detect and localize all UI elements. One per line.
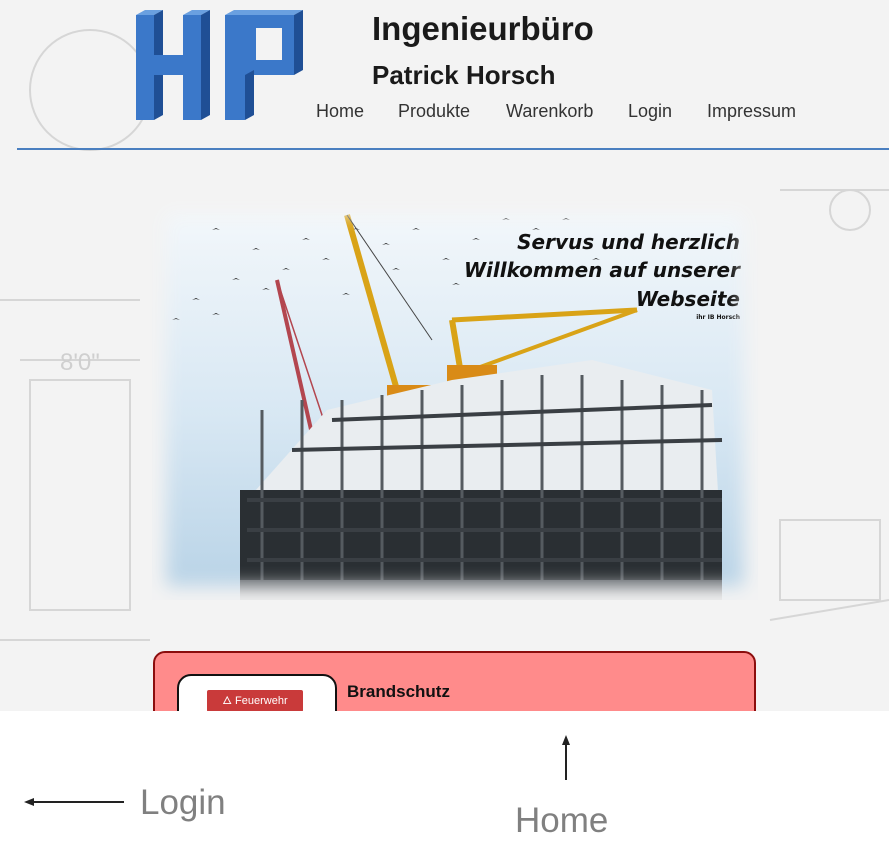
hero-line-1: Servus und herzlich	[517, 230, 740, 254]
nav-warenkorb[interactable]: Warenkorb	[506, 101, 593, 122]
fire-icon: 🜂	[222, 695, 236, 707]
hero-caption: Servus und herzlich Willkommen auf unser…	[152, 200, 758, 600]
annotation-arrows	[24, 735, 570, 806]
product-image[interactable]: 🜂 Feuerwehr	[177, 674, 337, 711]
nav-login[interactable]: Login	[628, 101, 672, 122]
arrow-up-icon	[562, 735, 570, 745]
login-annotation: Login	[140, 783, 226, 822]
header-divider	[17, 148, 889, 150]
svg-text:8'0": 8'0"	[60, 349, 100, 376]
nav-impressum[interactable]: Impressum	[707, 101, 796, 122]
site-title: Ingenieurbüro	[372, 10, 594, 47]
site-subtitle: Patrick Horsch	[372, 60, 556, 90]
hero-line-3: Webseite	[635, 287, 740, 311]
product-title[interactable]: Brandschutz	[347, 682, 450, 702]
hero-line-4: ihr IB Horsch	[696, 314, 740, 321]
annotation-area: Login Home	[0, 711, 889, 840]
home-annotation: Home	[515, 801, 609, 840]
product-card[interactable]: 🜂 Feuerwehr Brandschutz	[153, 651, 756, 711]
site-header: Ingenieurbüro Patrick Horsch Home Produk…	[0, 0, 889, 150]
nav-home[interactable]: Home	[316, 101, 364, 122]
product-image-sign: 🜂 Feuerwehr	[207, 690, 303, 711]
nav-produkte[interactable]: Produkte	[398, 101, 470, 122]
arrow-left-icon	[24, 798, 34, 806]
hero-line-2: Willkommen auf unserer	[463, 258, 740, 282]
website-viewport: 8'0" Ingenieurbüro Patrick Horsch Home P…	[0, 0, 889, 711]
main-nav: Home Produkte Warenkorb Login Impressum	[0, 101, 889, 125]
